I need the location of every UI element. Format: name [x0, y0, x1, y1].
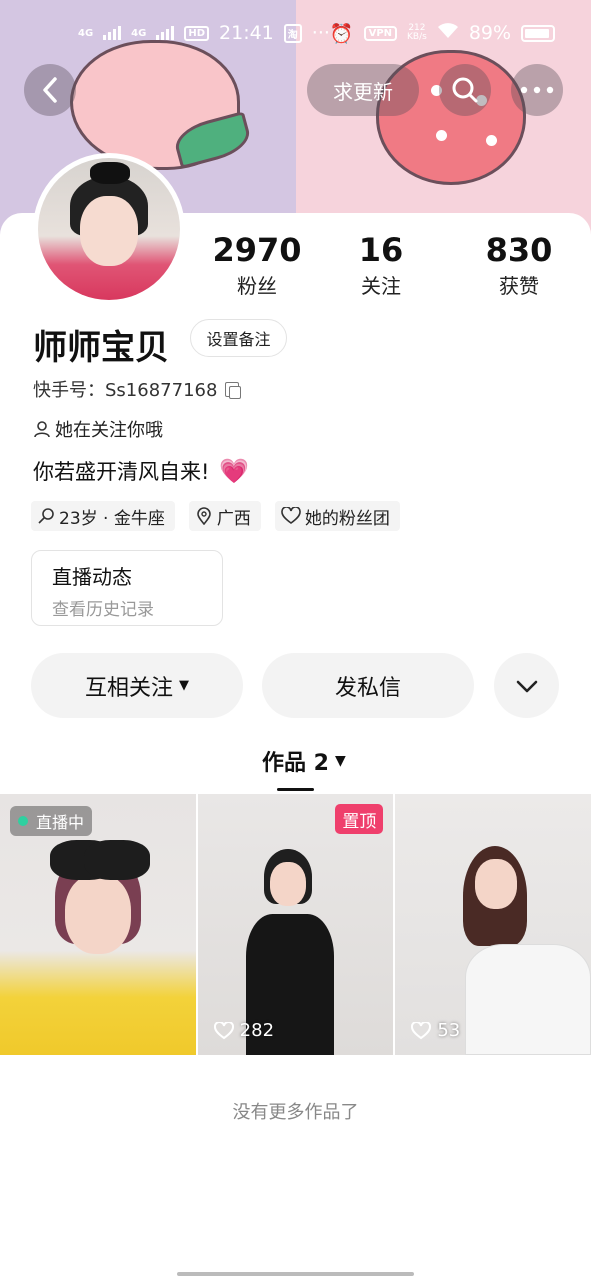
bio: 你若盛开清风自来! 💗: [33, 456, 249, 486]
alarm-icon: ⏰: [329, 22, 354, 45]
wifi-icon: [437, 22, 459, 44]
works-grid: 直播中 置顶 282 53: [0, 794, 591, 1055]
tab-works-underline: [277, 788, 314, 791]
caret-down-icon: ▼: [334, 753, 346, 769]
signal-4g-2: 4G: [131, 27, 147, 39]
status-bar: 4G 4G HD 21:41 淘 ··· ⏰ VPN 212 KB/s 89%: [0, 18, 591, 48]
mutual-follow-button[interactable]: 互相关注 ▼: [31, 653, 243, 718]
heart-outline-icon: [411, 1021, 432, 1039]
tag-age-zodiac: 23岁 · 金牛座: [31, 501, 175, 531]
pinned-badge: 置顶: [335, 804, 384, 834]
home-indicator[interactable]: [177, 1272, 414, 1276]
no-more-works-text: 没有更多作品了: [232, 1102, 359, 1123]
clock: 21:41: [219, 22, 274, 44]
avatar[interactable]: [33, 153, 185, 305]
mutual-follow-label: 互相关注: [84, 675, 173, 701]
tag-location: 广西: [188, 501, 261, 531]
tag-fan-club[interactable]: 她的粉丝团: [274, 501, 400, 531]
work-likes: 282: [213, 1020, 274, 1041]
kuaishou-id: 快手号：Ss16877168: [33, 380, 218, 401]
caret-down-icon: ▼: [179, 678, 189, 693]
stat-following[interactable]: 16 关注: [326, 232, 436, 299]
location-pin-icon: [197, 507, 211, 525]
profile-tags: 23岁 · 金牛座 广西 她的粉丝团: [31, 501, 400, 531]
stat-following-value: 16: [358, 231, 404, 269]
status-more-icon: ···: [311, 22, 330, 44]
signal-bars-icon: [103, 26, 122, 40]
tab-works-label: 作品 2: [262, 751, 329, 776]
stat-likes[interactable]: 830 获赞: [464, 232, 574, 299]
live-history-subtitle: 查看历史记录: [52, 600, 154, 620]
stat-following-label: 关注: [361, 274, 401, 298]
profile-name: 师师宝贝: [33, 328, 169, 368]
vpn-icon: VPN: [363, 25, 398, 41]
heart-emoji-icon: 💗: [219, 457, 250, 485]
search-age-icon: [38, 508, 54, 524]
work-item-live[interactable]: 直播中: [0, 794, 196, 1055]
work-likes: 53: [411, 1020, 460, 1041]
send-message-button[interactable]: 发私信: [262, 653, 474, 718]
back-button[interactable]: [24, 64, 76, 116]
search-button[interactable]: [439, 64, 491, 116]
copy-icon[interactable]: [225, 381, 242, 399]
live-history-title: 直播动态: [52, 565, 132, 589]
network-speed-unit: KB/s: [407, 32, 427, 42]
stat-followers[interactable]: 2970 粉丝: [202, 232, 312, 299]
signal-4g-1: 4G: [78, 27, 94, 39]
follow-status-note: 她在关注你哦: [33, 416, 163, 442]
live-badge: 直播中: [10, 806, 93, 836]
stat-followers-label: 粉丝: [237, 274, 277, 298]
work-item[interactable]: 53: [395, 794, 591, 1055]
person-icon: [34, 421, 50, 438]
battery-icon: [521, 24, 556, 42]
signal-bars-icon: [156, 26, 175, 40]
heart-outline-icon: [213, 1021, 234, 1039]
taobao-notification-icon: 淘: [283, 23, 302, 43]
more-dots-icon: [520, 86, 554, 94]
tab-works[interactable]: 作品 2 ▼: [262, 745, 346, 777]
follow-status-text: 她在关注你哦: [55, 420, 163, 441]
stat-likes-label: 获赞: [499, 274, 539, 298]
stat-likes-value: 830: [485, 231, 553, 269]
set-remark-button[interactable]: 设置备注: [190, 319, 287, 357]
work-item-pinned[interactable]: 置顶 282: [197, 794, 394, 1055]
network-speed: 212 KB/s: [407, 24, 427, 42]
bio-text: 你若盛开清风自来!: [33, 460, 210, 484]
stat-followers-value: 2970: [212, 231, 302, 269]
hd-icon: HD: [184, 25, 210, 41]
more-options-button[interactable]: [511, 64, 563, 116]
kuaishou-id-row[interactable]: 快手号：Ss16877168: [33, 376, 242, 402]
live-dot-icon: [18, 816, 28, 826]
chevron-left-icon: [43, 77, 57, 103]
heart-outline-icon: [281, 507, 301, 524]
search-icon: [452, 77, 478, 103]
expand-button[interactable]: [494, 653, 559, 718]
battery-percent: 89%: [468, 22, 512, 44]
request-update-button[interactable]: 求更新: [307, 64, 419, 116]
live-history-card[interactable]: 直播动态 查看历史记录: [31, 550, 223, 626]
chevron-down-icon: [516, 680, 537, 692]
